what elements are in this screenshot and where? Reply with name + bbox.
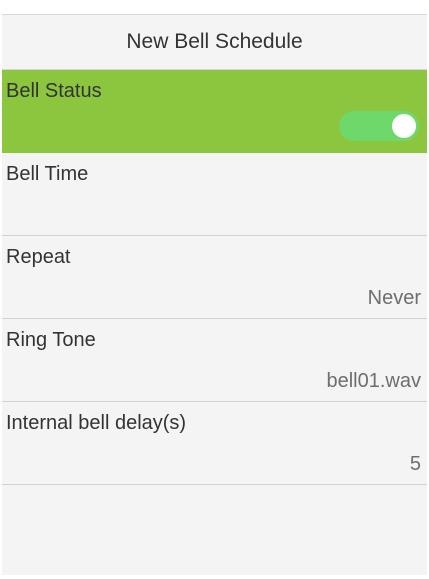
menu-item-ring-tone[interactable]: Ring Tone bell01.wav	[2, 319, 427, 402]
menu-item-repeat[interactable]: Repeat Never	[2, 236, 427, 319]
bell-time-label: Bell Time	[6, 163, 89, 185]
bell-schedule-screen: New Bell Schedule Bell Status Bell Time …	[2, 14, 427, 575]
menu-item-bell-time[interactable]: Bell Time	[2, 153, 427, 236]
toggle-knob	[392, 114, 416, 138]
internal-bell-delay-value: 5	[409, 453, 421, 475]
ring-tone-label: Ring Tone	[6, 329, 96, 351]
bell-status-toggle[interactable]	[339, 111, 419, 141]
ring-tone-value: bell01.wav	[326, 370, 421, 392]
internal-bell-delay-label: Internal bell delay(s)	[6, 412, 187, 434]
page-title: New Bell Schedule	[2, 15, 427, 70]
menu-item-internal-bell-delay[interactable]: Internal bell delay(s) 5	[2, 402, 427, 485]
repeat-label: Repeat	[6, 246, 71, 268]
menu-item-bell-status[interactable]: Bell Status	[2, 70, 427, 153]
repeat-value: Never	[367, 287, 421, 309]
bell-status-label: Bell Status	[6, 80, 102, 102]
